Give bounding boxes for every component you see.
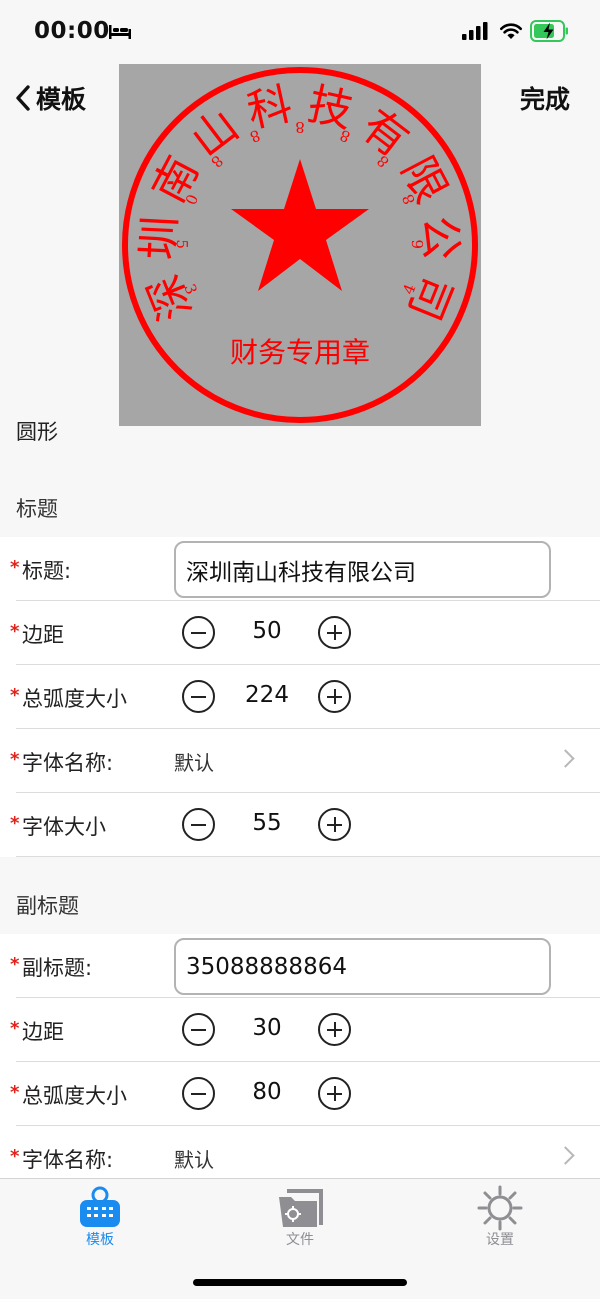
title-font-name-row[interactable]: * 字体名称: 默认: [0, 729, 600, 793]
title-arc-label: 总弧度大小: [22, 687, 127, 711]
title-section-header: 标题: [16, 497, 58, 521]
subtitle-margin-label: 边距: [22, 1020, 64, 1044]
title-row: * 标题:: [0, 537, 600, 601]
required-mark: *: [10, 621, 20, 642]
subtitle-row: * 副标题:: [0, 934, 600, 998]
tab-templates[interactable]: 模板: [40, 1179, 160, 1249]
signal-icon: [462, 22, 488, 40]
title-arc-increment-button[interactable]: [318, 680, 351, 713]
seal-char: 圳: [134, 215, 187, 262]
tab-files[interactable]: 文件: [240, 1179, 360, 1249]
gear-icon: [477, 1185, 523, 1231]
seal-char: 5: [173, 239, 191, 249]
required-mark: *: [10, 557, 20, 578]
title-arc-decrement-button[interactable]: [182, 680, 215, 713]
title-arc-row: * 总弧度大小 224: [0, 665, 600, 729]
title-font-name-label: 字体名称:: [22, 751, 114, 775]
title-arc-value: 224: [245, 682, 289, 708]
title-font-size-increment-button[interactable]: [318, 808, 351, 841]
title-label: 标题:: [22, 559, 72, 583]
seal-image: 深圳南山科 技有限公司 财务专用章 35088 8 88864: [122, 67, 478, 423]
title-font-name-value: 默认: [174, 751, 214, 775]
seal-center-text: 财务专用章: [230, 336, 370, 369]
subtitle-margin-decrement-button[interactable]: [182, 1013, 215, 1046]
back-button[interactable]: 模板: [14, 78, 86, 118]
title-margin-value: 50: [252, 618, 282, 644]
title-margin-increment-button[interactable]: [318, 616, 351, 649]
chevron-right-icon: [556, 1146, 575, 1165]
status-bar: 00:00: [0, 0, 600, 62]
subtitle-arc-increment-button[interactable]: [318, 1077, 351, 1110]
basket-icon: [80, 1186, 120, 1227]
title-font-size-label: 字体大小: [22, 815, 106, 839]
done-button[interactable]: 完成: [520, 80, 570, 116]
required-mark: *: [10, 1082, 20, 1103]
seal-preview: 深圳南山科技有限公司 财务专用章 35088888864: [119, 64, 481, 426]
seal-char: 司: [398, 267, 462, 327]
battery-charging-icon: [530, 20, 568, 42]
required-mark: *: [10, 685, 20, 706]
seal-char: 6: [409, 239, 427, 249]
subtitle-input[interactable]: [174, 938, 551, 995]
folder-gear-icon: [279, 1189, 323, 1227]
status-time: 00:00: [34, 18, 110, 44]
chevron-right-icon: [556, 749, 575, 768]
seal-star: [231, 159, 369, 291]
title-font-size-row: * 字体大小 55: [0, 793, 600, 857]
required-mark: *: [10, 1018, 20, 1039]
tab-settings[interactable]: 设置: [440, 1179, 560, 1249]
tab-settings-label: 设置: [486, 1232, 514, 1248]
required-mark: *: [10, 749, 20, 770]
required-mark: *: [10, 1146, 20, 1167]
title-input[interactable]: [174, 541, 551, 598]
subtitle-label: 副标题:: [22, 956, 93, 980]
subtitle-arc-decrement-button[interactable]: [182, 1077, 215, 1110]
title-margin-row: * 边距 50: [0, 601, 600, 665]
subtitle-arc-row: * 总弧度大小 80: [0, 1062, 600, 1126]
tab-templates-label: 模板: [86, 1232, 114, 1248]
tab-files-label: 文件: [286, 1232, 314, 1248]
divider: [16, 856, 600, 857]
required-mark: *: [10, 813, 20, 834]
subtitle-margin-increment-button[interactable]: [318, 1013, 351, 1046]
subtitle-font-name-label: 字体名称:: [22, 1148, 114, 1172]
title-margin-label: 边距: [22, 623, 64, 647]
shape-label: 圆形: [16, 420, 58, 444]
title-form-group: * 标题: * 边距 50 * 总弧度大小 224 * 字体名称: 默认 * 字…: [0, 537, 600, 857]
wifi-icon: [500, 23, 522, 39]
bed-icon: [109, 25, 131, 39]
chevron-left-icon: [16, 85, 30, 111]
title-margin-decrement-button[interactable]: [182, 616, 215, 649]
subtitle-arc-label: 总弧度大小: [22, 1084, 127, 1108]
subtitle-arc-value: 80: [252, 1079, 282, 1105]
seal-char: 深: [138, 267, 202, 327]
seal-char: 8: [295, 118, 305, 136]
subtitle-margin-value: 30: [252, 1015, 282, 1041]
subtitle-section-header: 副标题: [16, 894, 79, 918]
title-font-size-decrement-button[interactable]: [182, 808, 215, 841]
home-indicator: [193, 1279, 407, 1286]
title-font-size-value: 55: [252, 810, 282, 836]
required-mark: *: [10, 954, 20, 975]
back-label: 模板: [36, 85, 87, 114]
subtitle-form-group: * 副标题: * 边距 30 * 总弧度大小 80 * 字体名称: 默认: [0, 934, 600, 1190]
subtitle-margin-row: * 边距 30: [0, 998, 600, 1062]
subtitle-font-name-value: 默认: [174, 1148, 214, 1172]
seal-char: 公: [413, 215, 466, 262]
